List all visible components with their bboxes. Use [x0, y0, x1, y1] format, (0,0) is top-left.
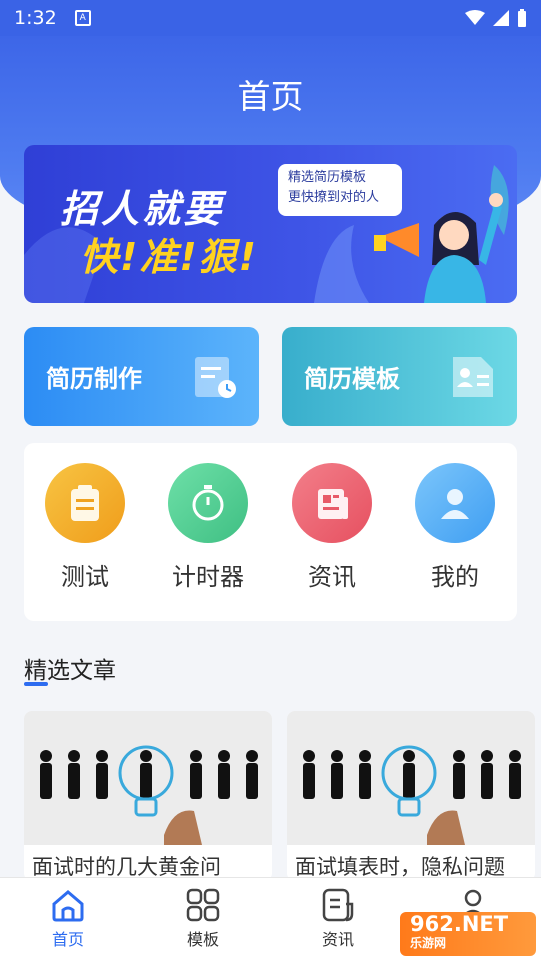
banner-headline: 招人就要	[60, 187, 225, 231]
banner-speech-bubble: 精选简历模板 更快撩到对的人	[278, 164, 402, 216]
resume-create-card[interactable]: 简历制作	[24, 327, 259, 426]
grid-item-news[interactable]: 资讯	[282, 463, 382, 592]
grid-timer-label: 计时器	[172, 563, 244, 591]
nav-home-label: 首页	[51, 930, 84, 949]
newspaper-icon	[318, 489, 348, 519]
signal-icon	[493, 10, 509, 26]
watermark-sub: 乐游网	[410, 936, 447, 950]
wifi-icon	[465, 10, 485, 25]
grid-test-label: 测试	[61, 563, 109, 591]
grid-test-circle	[45, 463, 125, 543]
grid-mine-circle	[415, 463, 495, 543]
article-image	[24, 711, 272, 845]
grid-item-timer[interactable]: 计时器	[158, 463, 258, 592]
grid-timer-circle	[168, 463, 248, 543]
status-bar: 1:32 A	[0, 0, 541, 36]
article-title: 面试填表时，隐私问题	[295, 855, 505, 879]
notification-a-icon: A	[74, 10, 91, 26]
people-lightbulb-illustration	[303, 745, 521, 845]
article-card[interactable]: 面试填表时，隐私问题	[287, 711, 535, 881]
bubble-line-1: 精选简历模板	[288, 170, 367, 185]
grid-item-mine[interactable]: 我的	[405, 463, 505, 592]
resume-edit-icon	[195, 357, 236, 398]
nav-news-label: 资讯	[321, 930, 354, 949]
grid-icon	[186, 888, 220, 922]
nav-templates-label: 模板	[186, 930, 219, 949]
article-card[interactable]: 面试时的几大黄金问	[24, 711, 272, 881]
stopwatch-icon	[192, 485, 224, 521]
bubble-line-2: 更快撩到对的人	[288, 190, 380, 205]
watermark-main: 962.NET	[410, 912, 509, 936]
grid-item-test[interactable]: 测试	[35, 463, 135, 592]
status-time: 1:32	[14, 7, 57, 29]
section-title: 精选文章	[24, 658, 116, 684]
resume-template-label: 简历模板	[304, 365, 400, 393]
nav-item-news[interactable]: 资讯	[298, 888, 378, 950]
nav-item-templates[interactable]: 模板	[163, 888, 243, 950]
status-right-icons	[465, 9, 527, 27]
resume-create-label: 简历制作	[46, 365, 142, 393]
resume-template-card[interactable]: 简历模板	[282, 327, 517, 426]
people-lightbulb-illustration	[40, 745, 258, 845]
section-title-underline	[24, 682, 48, 686]
article-image	[287, 711, 535, 845]
battery-icon	[518, 9, 526, 27]
clipboard-icon	[71, 485, 99, 521]
grid-news-circle	[292, 463, 372, 543]
grid-mine-label: 我的	[431, 563, 479, 591]
banner-slogan: 快!准!狠!	[80, 235, 258, 279]
page-title: 首页	[237, 77, 304, 116]
nav-item-home[interactable]: 首页	[28, 888, 108, 950]
resume-template-icon	[453, 357, 493, 397]
document-icon	[322, 888, 354, 922]
article-title: 面试时的几大黄金问	[32, 855, 221, 879]
function-grid: 测试 计时器 资讯 我的	[24, 443, 517, 621]
site-watermark: 962.NET 乐游网	[400, 912, 536, 956]
home-icon	[52, 890, 84, 922]
grid-news-label: 资讯	[308, 563, 356, 591]
user-icon	[441, 489, 469, 519]
